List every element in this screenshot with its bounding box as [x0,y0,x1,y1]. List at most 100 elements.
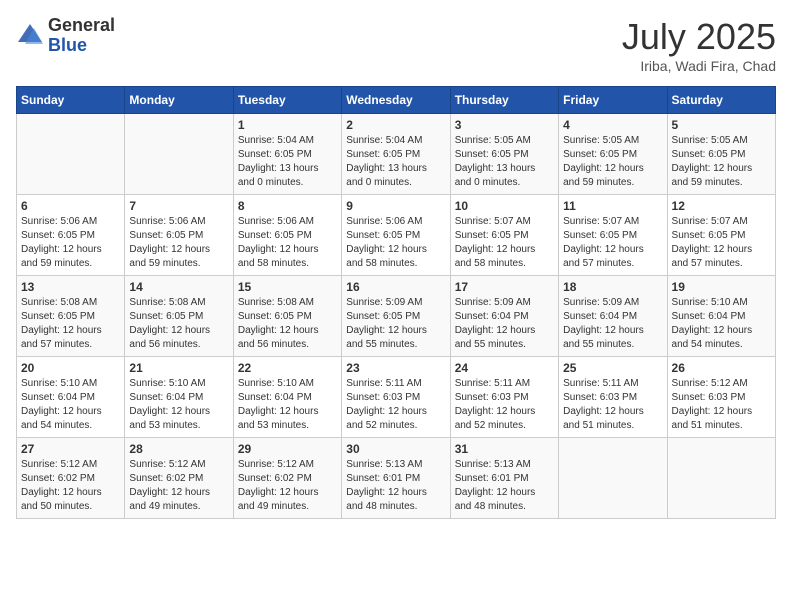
cell-details: Sunrise: 5:08 AMSunset: 6:05 PMDaylight:… [238,296,337,352]
logo: General Blue [16,16,115,56]
cell-details: Sunrise: 5:06 AMSunset: 6:05 PMDaylight:… [238,215,337,271]
day-number: 10 [455,199,554,213]
cell-details: Sunrise: 5:10 AMSunset: 6:04 PMDaylight:… [672,296,771,352]
cell-details: Sunrise: 5:12 AMSunset: 6:03 PMDaylight:… [672,377,771,433]
calendar-cell: 9Sunrise: 5:06 AMSunset: 6:05 PMDaylight… [342,195,450,276]
logo-text: General Blue [48,16,115,56]
calendar-cell: 12 Sunrise: 5:07 AMSunset: 6:05 PMDayligh… [667,195,775,276]
calendar-cell: 23 Sunrise: 5:11 AMSunset: 6:03 PMDayligh… [342,357,450,438]
day-number: 27 [21,442,120,456]
day-number: 23 [346,361,445,375]
location: Iriba, Wadi Fira, Chad [622,58,776,74]
day-number: 2 [346,118,445,132]
cell-details: Sunrise: 5:10 AMSunset: 6:04 PMDaylight:… [21,377,120,433]
day-number: 8 [238,199,337,213]
col-header-wednesday: Wednesday [342,87,450,114]
calendar-cell: 13 Sunrise: 5:08 AMSunset: 6:05 PMDayligh… [17,276,125,357]
day-number: 29 [238,442,337,456]
day-number: 19 [672,280,771,294]
calendar-cell [667,438,775,519]
cell-details: Sunrise: 5:13 AMSunset: 6:01 PMDaylight:… [346,458,445,514]
cell-details: Sunrise: 5:12 AMSunset: 6:02 PMDaylight:… [21,458,120,514]
col-header-friday: Friday [559,87,667,114]
col-header-tuesday: Tuesday [233,87,341,114]
calendar-cell: 18Sunrise: 5:09 AMSunset: 6:04 PMDayligh… [559,276,667,357]
day-number: 17 [455,280,554,294]
col-header-monday: Monday [125,87,233,114]
calendar-cell: 15 Sunrise: 5:08 AMSunset: 6:05 PMDayligh… [233,276,341,357]
cell-details: Sunrise: 5:05 AMSunset: 6:05 PMDaylight:… [563,134,662,190]
day-number: 13 [21,280,120,294]
calendar-cell: 27 Sunrise: 5:12 AMSunset: 6:02 PMDayligh… [17,438,125,519]
calendar-cell: 14 Sunrise: 5:08 AMSunset: 6:05 PMDayligh… [125,276,233,357]
calendar-cell: 6Sunrise: 5:06 AMSunset: 6:05 PMDaylight… [17,195,125,276]
week-row-2: 6Sunrise: 5:06 AMSunset: 6:05 PMDaylight… [17,195,776,276]
calendar-cell: 3 Sunrise: 5:05 AMSunset: 6:05 PMDaylight… [450,114,558,195]
cell-details: Sunrise: 5:09 AMSunset: 6:04 PMDaylight:… [563,296,662,352]
cell-details: Sunrise: 5:13 AMSunset: 6:01 PMDaylight:… [455,458,554,514]
logo-general: General [48,16,115,36]
day-number: 3 [455,118,554,132]
cell-details: Sunrise: 5:09 AMSunset: 6:05 PMDaylight:… [346,296,445,352]
day-number: 4 [563,118,662,132]
calendar-cell: 19 Sunrise: 5:10 AMSunset: 6:04 PMDayligh… [667,276,775,357]
cell-details: Sunrise: 5:12 AMSunset: 6:02 PMDaylight:… [238,458,337,514]
cell-details: Sunrise: 5:07 AMSunset: 6:05 PMDaylight:… [672,215,771,271]
header-row: SundayMondayTuesdayWednesdayThursdayFrid… [17,87,776,114]
day-number: 20 [21,361,120,375]
calendar-cell: 22Sunrise: 5:10 AMSunset: 6:04 PMDayligh… [233,357,341,438]
cell-details: Sunrise: 5:04 AMSunset: 6:05 PMDaylight:… [346,134,445,190]
day-number: 5 [672,118,771,132]
day-number: 28 [129,442,228,456]
day-number: 31 [455,442,554,456]
day-number: 21 [129,361,228,375]
day-number: 9 [346,199,445,213]
day-number: 22 [238,361,337,375]
cell-details: Sunrise: 5:08 AMSunset: 6:05 PMDaylight:… [21,296,120,352]
cell-details: Sunrise: 5:11 AMSunset: 6:03 PMDaylight:… [346,377,445,433]
week-row-4: 20 Sunrise: 5:10 AMSunset: 6:04 PMDayligh… [17,357,776,438]
calendar-cell [17,114,125,195]
cell-details: Sunrise: 5:05 AMSunset: 6:05 PMDaylight:… [455,134,554,190]
calendar-cell: 31 Sunrise: 5:13 AMSunset: 6:01 PMDayligh… [450,438,558,519]
day-number: 7 [129,199,228,213]
cell-details: Sunrise: 5:06 AMSunset: 6:05 PMDaylight:… [21,215,120,271]
calendar-cell: 20 Sunrise: 5:10 AMSunset: 6:04 PMDayligh… [17,357,125,438]
calendar-cell: 7 Sunrise: 5:06 AMSunset: 6:05 PMDaylight… [125,195,233,276]
calendar-cell [559,438,667,519]
calendar-cell: 16Sunrise: 5:09 AMSunset: 6:05 PMDayligh… [342,276,450,357]
calendar-cell: 25Sunrise: 5:11 AMSunset: 6:03 PMDayligh… [559,357,667,438]
day-number: 12 [672,199,771,213]
day-number: 25 [563,361,662,375]
cell-details: Sunrise: 5:08 AMSunset: 6:05 PMDaylight:… [129,296,228,352]
day-number: 24 [455,361,554,375]
day-number: 15 [238,280,337,294]
cell-details: Sunrise: 5:07 AMSunset: 6:05 PMDaylight:… [455,215,554,271]
calendar-cell: 11Sunrise: 5:07 AMSunset: 6:05 PMDayligh… [559,195,667,276]
week-row-3: 13 Sunrise: 5:08 AMSunset: 6:05 PMDayligh… [17,276,776,357]
cell-details: Sunrise: 5:06 AMSunset: 6:05 PMDaylight:… [129,215,228,271]
cell-details: Sunrise: 5:12 AMSunset: 6:02 PMDaylight:… [129,458,228,514]
calendar-cell: 4 Sunrise: 5:05 AMSunset: 6:05 PMDaylight… [559,114,667,195]
title-block: July 2025 Iriba, Wadi Fira, Chad [622,16,776,74]
calendar-cell: 8 Sunrise: 5:06 AMSunset: 6:05 PMDaylight… [233,195,341,276]
day-number: 14 [129,280,228,294]
cell-details: Sunrise: 5:04 AMSunset: 6:05 PMDaylight:… [238,134,337,190]
calendar-cell: 17 Sunrise: 5:09 AMSunset: 6:04 PMDayligh… [450,276,558,357]
calendar-table: SundayMondayTuesdayWednesdayThursdayFrid… [16,86,776,519]
cell-details: Sunrise: 5:11 AMSunset: 6:03 PMDaylight:… [455,377,554,433]
cell-details: Sunrise: 5:09 AMSunset: 6:04 PMDaylight:… [455,296,554,352]
cell-details: Sunrise: 5:07 AMSunset: 6:05 PMDaylight:… [563,215,662,271]
day-number: 1 [238,118,337,132]
calendar-cell: 26Sunrise: 5:12 AMSunset: 6:03 PMDayligh… [667,357,775,438]
cell-details: Sunrise: 5:10 AMSunset: 6:04 PMDaylight:… [129,377,228,433]
calendar-cell: 30 Sunrise: 5:13 AMSunset: 6:01 PMDayligh… [342,438,450,519]
calendar-cell: 29 Sunrise: 5:12 AMSunset: 6:02 PMDayligh… [233,438,341,519]
calendar-cell: 24 Sunrise: 5:11 AMSunset: 6:03 PMDayligh… [450,357,558,438]
day-number: 30 [346,442,445,456]
logo-icon [16,22,44,50]
cell-details: Sunrise: 5:05 AMSunset: 6:05 PMDaylight:… [672,134,771,190]
calendar-cell: 1 Sunrise: 5:04 AMSunset: 6:05 PMDaylight… [233,114,341,195]
week-row-5: 27 Sunrise: 5:12 AMSunset: 6:02 PMDayligh… [17,438,776,519]
calendar-cell: 10 Sunrise: 5:07 AMSunset: 6:05 PMDayligh… [450,195,558,276]
